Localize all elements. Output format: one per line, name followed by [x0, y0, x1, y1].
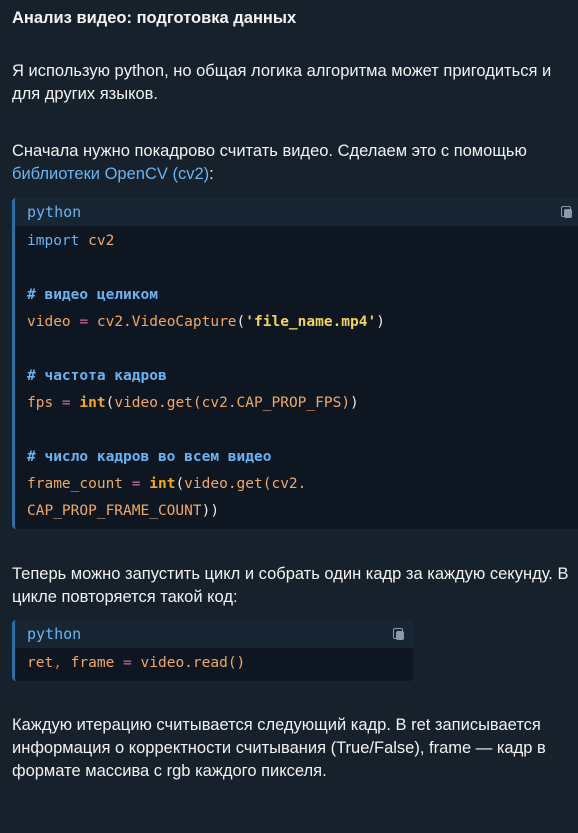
code-block-opencv[interactable]: python import cv2 # видео целиком video … — [12, 198, 578, 529]
code-token: = — [123, 476, 150, 492]
code-token: int — [149, 476, 176, 492]
code-token: = — [70, 314, 97, 330]
code-token: ret — [27, 655, 54, 671]
code-token: , — [53, 655, 62, 671]
code-language-label: python — [27, 203, 82, 221]
code-comment: # видео целиком — [27, 287, 158, 303]
code-comment: # число кадров во всем видео — [27, 449, 272, 465]
opencv-library-link[interactable]: библиотеки OpenCV (cv2) — [12, 165, 209, 183]
code-token: frame_count — [27, 476, 124, 492]
message-title: Анализ видео: подготовка данных — [12, 9, 297, 27]
code-token: video.get(cv2.CAP_PROP_FPS) — [114, 395, 351, 411]
code-token: int — [79, 395, 106, 411]
code-content: import cv2 # видео целиком video = cv2.V… — [27, 233, 385, 519]
code-token: fps — [27, 395, 54, 411]
copy-icon[interactable] — [561, 206, 573, 218]
code-token: frame — [61, 655, 115, 671]
paragraph-text-end: : — [209, 165, 214, 183]
code-token: video — [27, 314, 71, 330]
code-block-header: python — [15, 620, 413, 648]
paragraph-explanation: Каждую итерацию считывается следующий ка… — [12, 716, 546, 780]
code-token: cv2 — [79, 233, 115, 249]
paragraph-read-video: Сначала нужно покадрово считать видео. С… — [12, 140, 578, 186]
code-token: video.get(cv2. — [184, 476, 307, 492]
code-token: CAP_PROP_FRAME_COUNT — [27, 503, 202, 519]
paragraph-text: Сначала нужно покадрово считать видео. С… — [12, 142, 527, 160]
code-token: video.read() — [140, 655, 246, 671]
code-token: cv2.VideoCapture — [96, 314, 237, 330]
paragraph-loop: Теперь можно запустить цикл и собрать од… — [12, 565, 569, 606]
code-comment: # частота кадров — [27, 368, 167, 384]
code-token: import — [27, 233, 80, 249]
code-block-read[interactable]: python ret, frame = video.read() — [12, 620, 413, 681]
code-token: = — [114, 655, 141, 671]
code-string: 'file_name.mp4' — [245, 314, 377, 330]
code-token: )) — [201, 503, 220, 519]
code-token: = — [53, 395, 80, 411]
copy-icon[interactable] — [393, 628, 405, 640]
code-language-label: python — [27, 625, 82, 643]
code-block-header: python — [15, 198, 578, 226]
code-content: ret, frame = video.read() — [15, 648, 413, 681]
paragraph-intro: Я использую python, но общая логика алго… — [12, 62, 552, 103]
